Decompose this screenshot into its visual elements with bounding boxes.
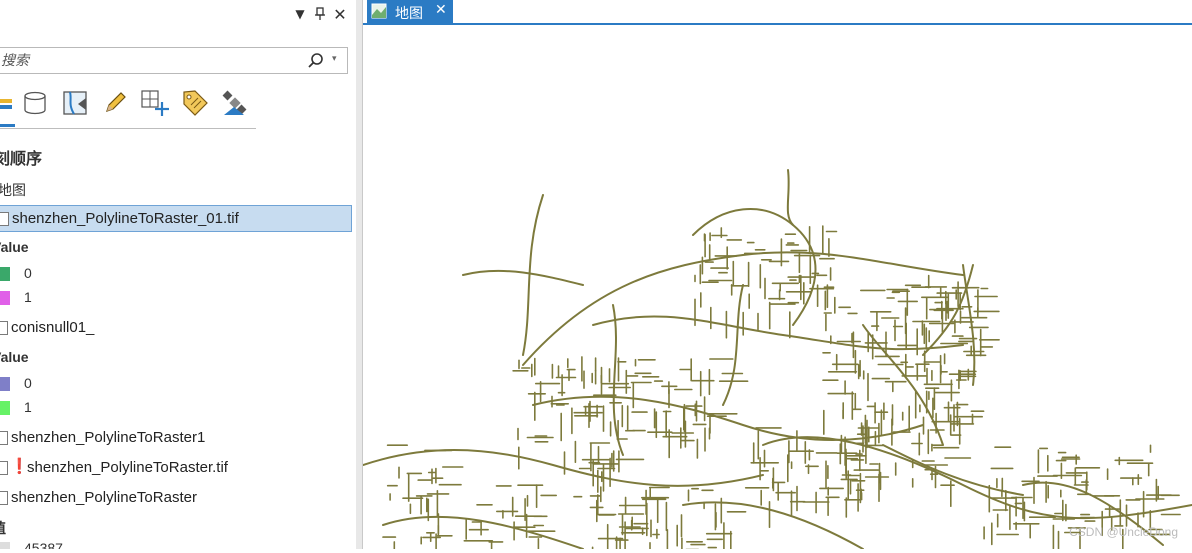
layer-name: conisnull01_ bbox=[11, 319, 95, 336]
arterial-road bbox=[786, 169, 794, 226]
contents-pane: ▼ ✕ ▾ 刻顺序 地图 bbox=[0, 0, 357, 549]
add-grid-icon[interactable] bbox=[140, 88, 170, 118]
legend-swatch[interactable] bbox=[0, 377, 10, 391]
legend-label: 1 bbox=[24, 289, 32, 305]
search-icon[interactable] bbox=[307, 52, 325, 70]
layer-name: shenzhen_PolylineToRaster bbox=[11, 489, 197, 506]
watermark: CSDN @UncleDong bbox=[1069, 525, 1178, 539]
contents-toolbar bbox=[0, 86, 256, 129]
layer-row[interactable]: shenzhen_PolylineToRaster1 bbox=[0, 425, 352, 452]
map-frame-icon[interactable] bbox=[60, 88, 90, 118]
legend-swatch[interactable] bbox=[0, 291, 10, 305]
satellite-icon[interactable] bbox=[220, 88, 250, 118]
database-icon[interactable] bbox=[20, 88, 50, 118]
layer-row[interactable]: shenzhen_PolylineToRaster_01.tif bbox=[0, 205, 352, 232]
legend-swatch[interactable] bbox=[0, 267, 10, 281]
toolbar-active-indicator bbox=[0, 124, 15, 127]
map-icon bbox=[371, 3, 387, 19]
arterial-road bbox=[382, 515, 584, 550]
search-input[interactable] bbox=[1, 50, 291, 71]
tree-map-node[interactable]: 地图 bbox=[0, 180, 26, 200]
tab-map[interactable]: 地图 ✕ bbox=[367, 0, 453, 23]
chevron-down-icon[interactable]: ▾ bbox=[332, 54, 337, 64]
layer-visibility-checkbox[interactable] bbox=[0, 212, 9, 226]
legend-heading: 值 bbox=[0, 518, 6, 538]
legend-label: 0 bbox=[24, 375, 32, 391]
section-title: 刻顺序 bbox=[0, 149, 43, 168]
layer-name: shenzhen_PolylineToRaster_01.tif bbox=[12, 210, 239, 227]
layer-name: shenzhen_PolylineToRaster1 bbox=[11, 429, 206, 446]
arterial-road bbox=[682, 501, 864, 550]
arterial-road bbox=[462, 269, 584, 286]
close-icon[interactable]: ✕ bbox=[331, 4, 349, 24]
pane-header: ▼ ✕ bbox=[0, 0, 356, 28]
pane-splitter[interactable] bbox=[356, 0, 363, 549]
layer-visibility-checkbox[interactable] bbox=[0, 461, 8, 475]
layer-visibility-checkbox[interactable] bbox=[0, 431, 8, 445]
layer-visibility-checkbox[interactable] bbox=[0, 321, 8, 335]
legend-swatch[interactable] bbox=[0, 401, 10, 415]
arterial-road bbox=[592, 315, 964, 351]
warning-icon: ❗ bbox=[10, 457, 29, 475]
layer-visibility-checkbox[interactable] bbox=[0, 491, 8, 505]
legend-heading: Value bbox=[0, 239, 29, 255]
pencil-icon[interactable] bbox=[100, 88, 130, 118]
label-tag-icon[interactable] bbox=[180, 88, 210, 118]
layer-row[interactable]: shenzhen_PolylineToRaster bbox=[0, 485, 352, 512]
tab-label: 地图 bbox=[395, 6, 423, 22]
legend-swatch[interactable] bbox=[0, 542, 10, 549]
layer-row[interactable]: conisnull01_ bbox=[0, 315, 352, 342]
layer-name: shenzhen_PolylineToRaster.tif bbox=[27, 459, 228, 476]
legend-label: 45387 bbox=[24, 540, 63, 549]
legend-label: 0 bbox=[24, 265, 32, 281]
map-tab-bar: 地图 ✕ bbox=[363, 0, 1192, 25]
road-network-layer bbox=[362, 169, 1192, 553]
arterial-road bbox=[722, 284, 744, 406]
legend-label: 1 bbox=[24, 399, 32, 415]
search-box[interactable]: ▾ bbox=[0, 47, 348, 74]
map-canvas[interactable]: CSDN @UncleDong bbox=[362, 25, 1192, 553]
pin-icon[interactable] bbox=[311, 4, 329, 24]
chevron-down-icon[interactable]: ▼ bbox=[291, 4, 309, 24]
close-icon[interactable]: ✕ bbox=[435, 2, 447, 18]
layer-row[interactable]: ❗ shenzhen_PolylineToRaster.tif bbox=[0, 455, 352, 482]
legend-heading: Value bbox=[0, 349, 29, 365]
